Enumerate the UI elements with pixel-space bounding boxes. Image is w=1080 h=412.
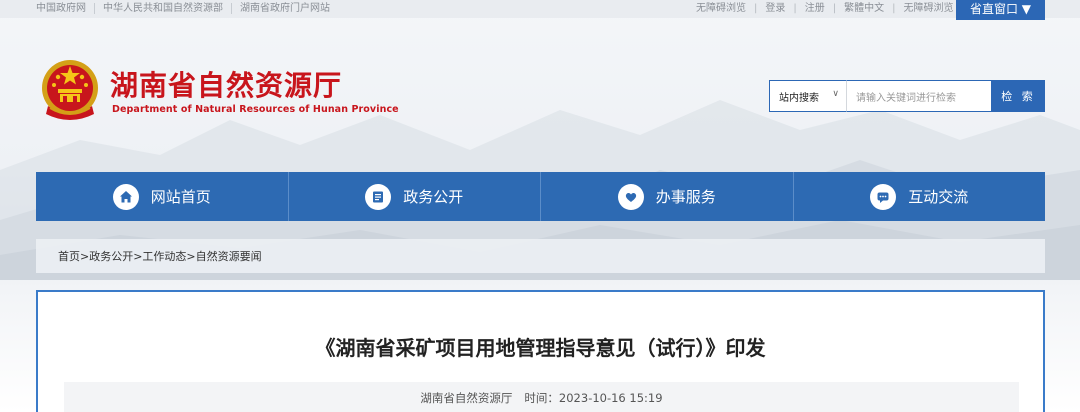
nav-label: 办事服务	[655, 188, 716, 206]
top-bar: 中国政府网 中华人民共和国自然资源部 湖南省政府门户网站 无障碍浏览 | 登录 …	[0, 0, 1080, 18]
link-mnr[interactable]: 中华人民共和国自然资源部	[95, 3, 232, 14]
site-title[interactable]: 湖南省自然资源厅	[110, 64, 342, 104]
provincial-window-button[interactable]: 省直窗口 ▼	[956, 0, 1045, 20]
article-panel: 《湖南省采矿项目用地管理指导意见（试行）》印发 湖南省自然资源厅 时间：2023…	[36, 290, 1045, 412]
home-icon	[112, 183, 139, 210]
site-subtitle: Department of Natural Resources of Hunan…	[112, 104, 399, 115]
divider: |	[793, 3, 797, 14]
nav-item-government-affairs[interactable]: 政务公开	[289, 172, 541, 221]
nav-item-services[interactable]: 办事服务	[541, 172, 794, 221]
article-title: 《湖南省采矿项目用地管理指导意见（试行）》印发	[315, 336, 766, 360]
traditional-chinese-link[interactable]: 繁體中文	[838, 3, 890, 14]
external-links: 中国政府网 中华人民共和国自然资源部 湖南省政府门户网站	[36, 3, 338, 14]
search-button[interactable]: 检 索	[992, 80, 1045, 112]
accessibility-link[interactable]: 无障碍浏览	[690, 3, 752, 14]
nav-item-home[interactable]: 网站首页	[36, 172, 289, 221]
article-time: 时间：2023-10-16 15:19	[524, 391, 663, 405]
nav-label: 网站首页	[150, 188, 211, 206]
divider: |	[892, 3, 896, 14]
nav-label: 政务公开	[403, 188, 464, 206]
link-hunan-gov[interactable]: 湖南省政府门户网站	[232, 3, 338, 14]
heart-hands-icon	[617, 183, 644, 210]
breadcrumb[interactable]: 首页>政务公开>工作动态>自然资源要闻	[36, 239, 1045, 273]
utility-links: 无障碍浏览 | 登录 | 注册 | 繁體中文 | 无障碍浏览	[690, 3, 960, 14]
national-emblem-icon	[42, 60, 98, 120]
article-source: 湖南省自然资源厅	[420, 391, 513, 405]
nav-label: 互动交流	[908, 188, 969, 206]
nav-item-interaction[interactable]: 互动交流	[794, 172, 1046, 221]
chevron-down-icon: ∨	[832, 89, 839, 99]
accessibility-link-2[interactable]: 无障碍浏览	[898, 3, 960, 14]
search-bar: 站内搜索 ∨ 请输入关键词进行检索 检 索	[769, 80, 1045, 112]
article-meta: 湖南省自然资源厅 时间：2023-10-16 15:19	[64, 382, 1019, 412]
login-link[interactable]: 登录	[759, 3, 791, 14]
document-icon	[365, 183, 392, 210]
chat-icon	[870, 183, 897, 210]
search-scope-select[interactable]: 站内搜索 ∨	[769, 80, 846, 112]
link-gov-cn[interactable]: 中国政府网	[36, 3, 95, 14]
divider: |	[832, 3, 837, 14]
search-input[interactable]: 请输入关键词进行检索	[846, 80, 992, 112]
main-nav: 网站首页 政务公开 办事服务 互动交流	[36, 172, 1045, 221]
register-link[interactable]: 注册	[799, 3, 831, 14]
divider: |	[754, 3, 758, 14]
search-scope-label: 站内搜索	[779, 92, 819, 104]
